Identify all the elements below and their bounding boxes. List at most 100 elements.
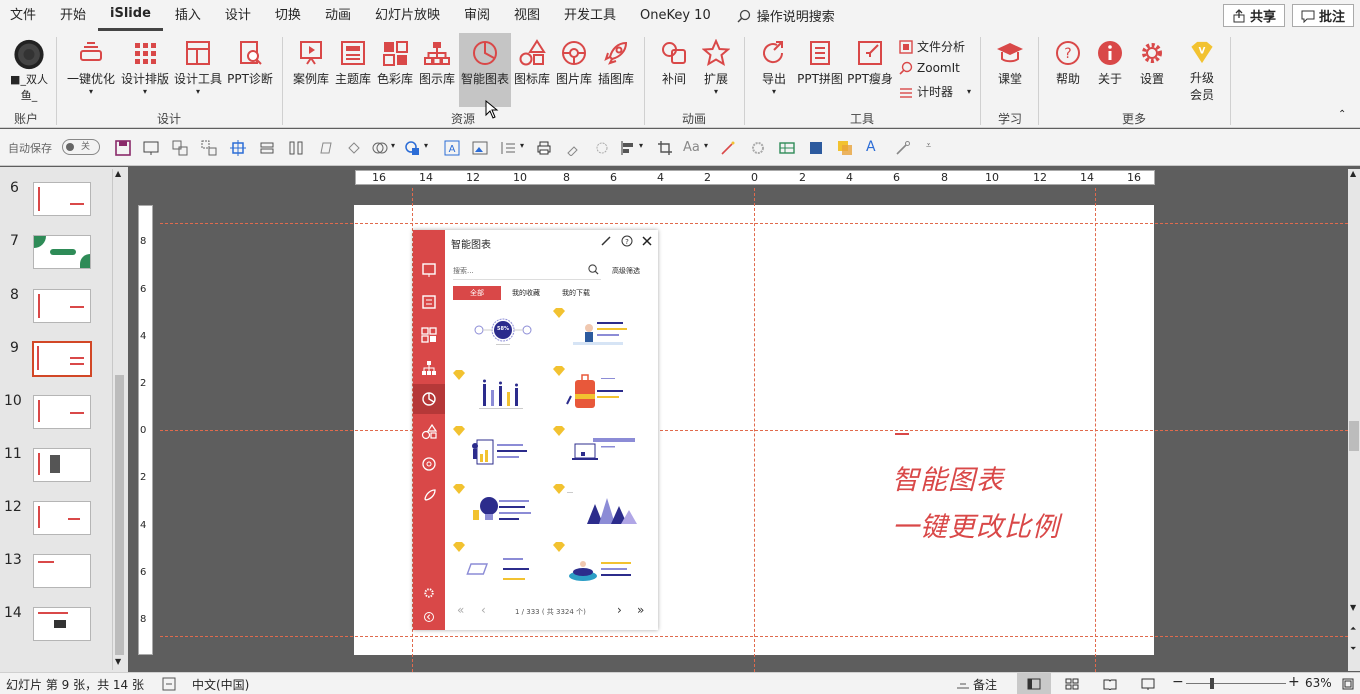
theme-library-button[interactable]: 主题库 <box>333 33 373 103</box>
normal-view-button[interactable] <box>1017 673 1051 694</box>
line-spacing-icon[interactable] <box>500 140 516 156</box>
tab-all[interactable]: 全部 <box>453 286 501 300</box>
icon-library-button[interactable]: 图标库 <box>512 33 552 103</box>
menu-design[interactable]: 设计 <box>213 0 263 31</box>
chevron-down-icon[interactable]: ▾ <box>520 141 524 150</box>
slide-thumbnail[interactable]: 11 <box>0 446 112 491</box>
printer-icon[interactable] <box>536 140 552 156</box>
ppt-slim-button[interactable]: PPT瘦身 <box>846 33 894 103</box>
chevron-down-icon[interactable]: ▾ <box>639 141 643 150</box>
scroll-down-icon[interactable]: ▼ <box>1350 603 1356 612</box>
slide-sorter-icon[interactable] <box>1065 678 1079 690</box>
crop-icon[interactable] <box>657 140 673 156</box>
align-center-icon[interactable] <box>230 140 246 156</box>
back-icon[interactable] <box>423 611 435 623</box>
thumbnail-scrollbar[interactable]: ▲ ▼ <box>112 169 126 670</box>
text-box-icon[interactable]: A <box>444 140 460 156</box>
extend-button[interactable]: 扩展 ▾ <box>696 33 736 103</box>
advanced-filter-link[interactable]: 高级筛选 <box>612 266 640 276</box>
next-slide-icon[interactable]: ⏷ <box>1350 644 1356 654</box>
notes-button[interactable]: 备注 <box>973 676 997 693</box>
menu-view[interactable]: 视图 <box>502 0 552 31</box>
zoom-slider-thumb[interactable] <box>1210 678 1214 689</box>
ungroup-icon[interactable] <box>201 140 217 156</box>
chart-template-item[interactable] <box>553 308 643 358</box>
first-page-icon[interactable]: « <box>457 603 464 617</box>
close-icon[interactable] <box>642 236 652 246</box>
menu-animations[interactable]: 动画 <box>313 0 363 31</box>
rocket-icon[interactable] <box>421 488 437 504</box>
upgrade-member-button[interactable]: V 升级 会员 <box>1182 33 1222 103</box>
picture-icon[interactable] <box>472 140 488 156</box>
design-tools-button[interactable]: 设计工具 ▾ <box>172 33 224 103</box>
chevron-down-icon[interactable]: ▾ <box>391 141 395 150</box>
zoomit-button[interactable]: ZoomIt <box>899 61 960 75</box>
search-icon[interactable] <box>588 264 599 275</box>
menu-islide[interactable]: iSlide <box>98 0 163 31</box>
scroll-thumb[interactable] <box>1349 421 1359 451</box>
guide-line[interactable] <box>1095 188 1096 672</box>
slide-title[interactable]: 智能图表 <box>892 458 1004 497</box>
chart-template-item[interactable] <box>453 370 543 420</box>
slide-thumbnail[interactable]: 12 <box>0 499 112 544</box>
magic-wand-icon[interactable] <box>720 140 736 156</box>
chevron-down-icon[interactable]: ▾ <box>704 141 708 150</box>
chart-template-item[interactable] <box>453 484 543 534</box>
color-library-button[interactable]: 色彩库 <box>375 33 415 103</box>
chart-template-item[interactable] <box>553 484 643 534</box>
guide-line[interactable] <box>754 188 755 672</box>
shape-style-icon[interactable] <box>372 140 388 156</box>
save-icon[interactable] <box>115 140 131 156</box>
slide-thumbnail[interactable]: 13 <box>0 552 112 597</box>
case-library-button[interactable]: 案例库 <box>290 33 332 103</box>
timer-button[interactable]: 计时器 ▾ <box>899 83 971 100</box>
table-icon[interactable] <box>779 140 795 156</box>
gear-icon[interactable] <box>423 587 435 599</box>
menu-file[interactable]: 文件 <box>0 0 48 31</box>
chart-template-item[interactable] <box>553 542 643 592</box>
slide-thumbnail[interactable]: 7 <box>0 233 112 278</box>
vertical-scrollbar[interactable]: ▲ ▼ ⏶ ⏷ <box>1348 169 1360 671</box>
font-size-icon[interactable]: Aa <box>683 140 700 155</box>
shapes-icon[interactable] <box>421 424 437 440</box>
next-page-icon[interactable]: › <box>617 603 622 617</box>
slide-thumbnail[interactable]: 10 <box>0 393 112 438</box>
theme-icon[interactable] <box>421 294 437 310</box>
slide-thumbnail[interactable]: 6 <box>0 180 112 225</box>
menu-insert[interactable]: 插入 <box>163 0 213 31</box>
picture-library-button[interactable]: 图片库 <box>554 33 594 103</box>
ribbon-collapse-icon[interactable]: ⌃ <box>1338 109 1346 120</box>
eyedropper-icon[interactable] <box>895 140 911 156</box>
tab-favorites[interactable]: 我的收藏 <box>509 286 543 300</box>
zoom-level[interactable]: 63% <box>1305 676 1332 690</box>
glow-icon[interactable] <box>750 140 766 156</box>
menu-slideshow[interactable]: 幻灯片放映 <box>363 0 452 31</box>
presentation-icon[interactable] <box>421 262 437 278</box>
account-button[interactable]: ■_双人 鱼_ <box>5 33 53 103</box>
menu-transitions[interactable]: 切换 <box>263 0 313 31</box>
help-icon[interactable]: ? <box>621 235 633 247</box>
slide-thumbnail[interactable]: 8 <box>0 287 112 332</box>
chart-template-item[interactable] <box>453 542 543 592</box>
one-click-optimize-button[interactable]: 一键优化 ▾ <box>65 33 117 103</box>
text-format-icon[interactable]: A <box>866 139 876 155</box>
menu-review[interactable]: 审阅 <box>452 0 502 31</box>
classroom-button[interactable]: 课堂 <box>990 33 1030 103</box>
menu-developer[interactable]: 开发工具 <box>552 0 628 31</box>
chart-template-item[interactable] <box>453 426 543 476</box>
comment-button[interactable]: 批注 <box>1292 4 1355 27</box>
tell-me-search[interactable]: 操作说明搜索 <box>737 6 835 25</box>
shape-fill-icon[interactable] <box>404 140 420 156</box>
zoom-out-icon[interactable]: − <box>1172 674 1184 690</box>
scroll-down-icon[interactable]: ▼ <box>115 657 121 666</box>
hierarchy-icon[interactable] <box>421 360 437 376</box>
chevron-down-icon[interactable]: ▾ <box>424 141 428 150</box>
edit-icon[interactable] <box>600 235 612 247</box>
panel-search-input[interactable]: 搜索... <box>453 262 601 280</box>
prev-page-icon[interactable]: ‹ <box>481 603 486 617</box>
slide-subtitle[interactable]: 一键更改比例 <box>892 505 1060 544</box>
sidebar-item-smart-chart[interactable] <box>413 384 445 414</box>
slide-thumbnail-current[interactable]: 9 <box>0 340 112 385</box>
help-button[interactable]: ? 帮助 <box>1048 33 1088 103</box>
smart-chart-button[interactable]: 智能图表 <box>459 33 511 107</box>
